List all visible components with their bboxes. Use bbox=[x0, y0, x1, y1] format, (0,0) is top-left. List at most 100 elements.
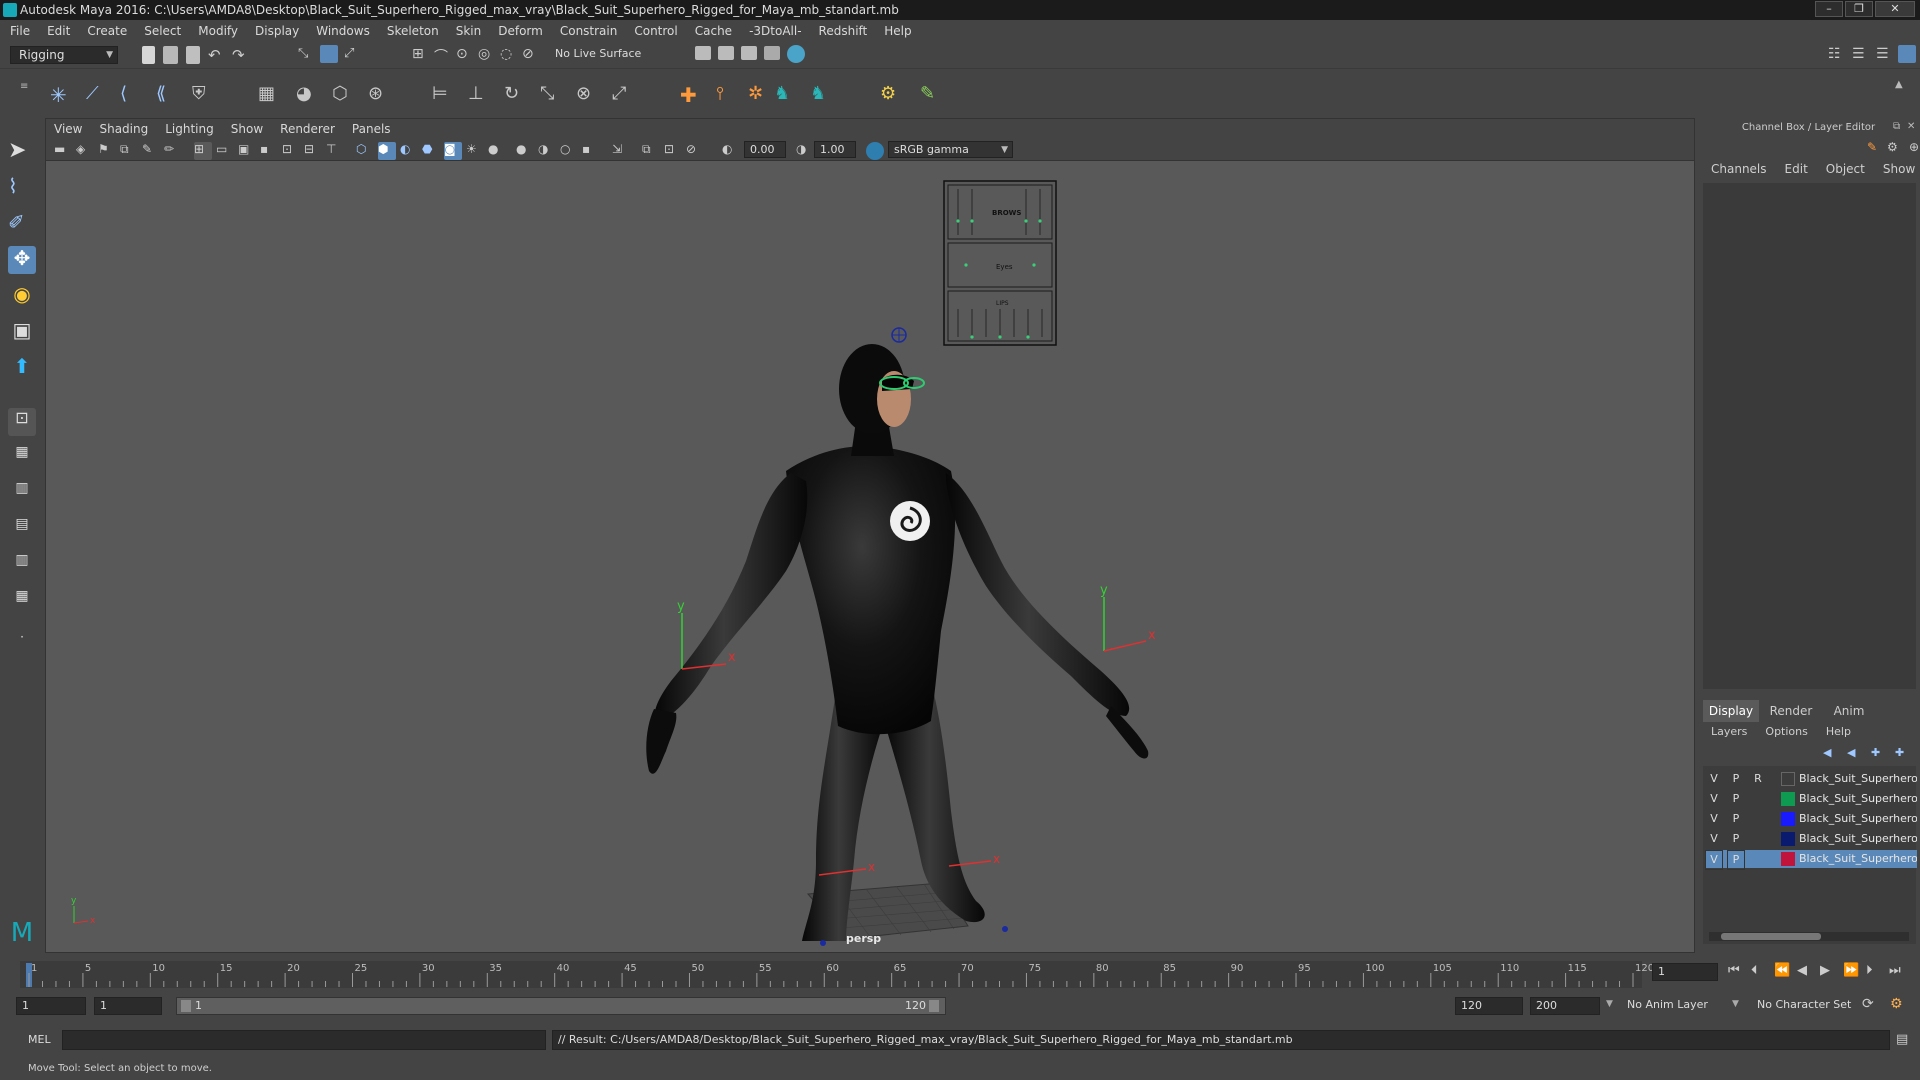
layer-color-swatch[interactable] bbox=[1781, 772, 1795, 786]
smooth-shade-icon[interactable]: ⬢ bbox=[378, 142, 396, 160]
play-forwards-icon[interactable]: ▶ bbox=[1820, 963, 1843, 978]
menu-create[interactable]: Create bbox=[87, 24, 127, 38]
render-view-icon[interactable] bbox=[695, 46, 711, 60]
preferences-icon[interactable]: ⚙ bbox=[1890, 996, 1903, 1012]
ambient-occlusion-icon[interactable]: ● bbox=[488, 142, 506, 160]
exposure-field[interactable]: 0.00 bbox=[744, 141, 786, 158]
parent-constraint-icon[interactable]: ⊨ bbox=[432, 83, 450, 104]
camera-attributes-icon[interactable]: ◈ bbox=[76, 142, 94, 160]
multisample-aa-icon[interactable]: ◑ bbox=[538, 142, 556, 160]
layout-hypershade-icon[interactable]: ▦ bbox=[8, 588, 36, 616]
layer-scroll-thumb[interactable] bbox=[1721, 933, 1821, 940]
step-back-frame-icon[interactable]: ⏴ bbox=[1751, 963, 1774, 978]
layer-name[interactable]: Black_Suit_Superhero_ bbox=[1799, 790, 1917, 808]
tool-settings-icon[interactable]: ☰ bbox=[1876, 46, 1894, 64]
menu-skin[interactable]: Skin bbox=[456, 24, 482, 38]
menu-3dtoall[interactable]: -3DtoAll- bbox=[749, 24, 801, 38]
viewport-panel[interactable]: View Shading Lighting Show Renderer Pane… bbox=[45, 118, 1695, 953]
tab-anim[interactable]: Anim bbox=[1823, 700, 1875, 722]
select-tool-icon[interactable]: ➤ bbox=[8, 138, 36, 166]
chevron-down-icon[interactable]: ▼ bbox=[1732, 999, 1739, 1009]
menu-help[interactable]: Help bbox=[884, 24, 911, 38]
color-management-icon[interactable] bbox=[866, 142, 884, 160]
point-constraint-icon[interactable]: ⊥ bbox=[468, 83, 486, 104]
depth-of-field-icon[interactable]: ○ bbox=[560, 142, 578, 160]
close-panel-icon[interactable]: ✕ bbox=[1907, 121, 1915, 132]
grid-icon[interactable]: ⊞ bbox=[194, 142, 212, 160]
scale-tool-icon[interactable]: ▣ bbox=[8, 318, 36, 346]
script-editor-icon[interactable]: ▤ bbox=[1896, 1032, 1908, 1047]
open-scene-icon[interactable] bbox=[163, 46, 178, 64]
layer-color-swatch[interactable] bbox=[1781, 812, 1795, 826]
safe-action-icon[interactable]: ⊟ bbox=[304, 142, 322, 160]
scale-constraint-icon[interactable]: ⤡ bbox=[540, 83, 558, 104]
edit-menu[interactable]: Edit bbox=[1785, 162, 1808, 176]
layers-menu[interactable]: Layers bbox=[1711, 725, 1747, 738]
two-d-pan-icon[interactable]: ✎ bbox=[142, 142, 160, 160]
facial-control-board[interactable]: BROWS Eyes LIPS bbox=[943, 180, 1057, 346]
menu-deform[interactable]: Deform bbox=[498, 24, 543, 38]
go-to-start-icon[interactable]: ⏮ bbox=[1728, 963, 1751, 978]
motion-blur-icon[interactable]: ● bbox=[516, 142, 534, 160]
shelf-menu-icon[interactable]: ≡ bbox=[20, 81, 30, 99]
wireframe-on-shaded-icon[interactable]: ◐ bbox=[400, 142, 418, 160]
shelf-scroll-icon[interactable]: ▲ bbox=[1895, 79, 1913, 97]
anim-layer-dropdown[interactable]: No Anim Layer bbox=[1622, 997, 1740, 1015]
bookmark-icon[interactable]: ⚑ bbox=[98, 142, 116, 160]
joint-tool-icon[interactable]: ✳ bbox=[50, 83, 68, 107]
snap-curve-icon[interactable]: ⌒ bbox=[434, 46, 452, 65]
use-all-lights-icon[interactable]: ◙ bbox=[444, 142, 462, 160]
menu-skeleton[interactable]: Skeleton bbox=[387, 24, 439, 38]
lasso-tool-icon[interactable]: ⌇ bbox=[8, 174, 36, 202]
minimize-button[interactable]: – bbox=[1815, 1, 1843, 17]
move-layer-up-icon[interactable]: ◀ bbox=[1823, 746, 1831, 759]
select-hierarchy-icon[interactable]: ⤡ bbox=[298, 46, 316, 64]
character-control-icon[interactable]: ♞ bbox=[810, 83, 828, 104]
field-chart-icon[interactable]: ⊡ bbox=[282, 142, 300, 160]
snap-surface-icon[interactable]: ◌ bbox=[500, 46, 518, 64]
layer-playback-toggle[interactable]: P bbox=[1727, 850, 1745, 870]
layer-color-swatch[interactable] bbox=[1781, 832, 1795, 846]
gate-mask-icon[interactable]: ▪ bbox=[260, 142, 278, 160]
menu-windows[interactable]: Windows bbox=[316, 24, 370, 38]
animation-start-field[interactable]: 1 bbox=[16, 997, 86, 1015]
undo-icon[interactable]: ↶ bbox=[208, 46, 226, 64]
layer-reference-toggle[interactable]: R bbox=[1749, 770, 1767, 788]
set-driven-key-icon[interactable]: ⫯ bbox=[716, 83, 734, 104]
last-tool-icon[interactable]: ⬆ bbox=[8, 354, 36, 382]
layer-visibility-toggle[interactable]: V bbox=[1705, 810, 1723, 828]
layer-row[interactable]: V P Black_Suit_Superhero_ bbox=[1705, 790, 1917, 808]
command-input[interactable] bbox=[62, 1030, 546, 1050]
channels-menu[interactable]: Channels bbox=[1711, 162, 1767, 176]
channel-box-toggle-icon[interactable] bbox=[1898, 45, 1916, 63]
layer-visibility-toggle[interactable]: V bbox=[1705, 830, 1723, 848]
humanik-icon[interactable]: ⛨ bbox=[192, 83, 210, 104]
superhero-character[interactable] bbox=[646, 327, 1149, 946]
layer-name[interactable]: Black_Suit_Superhero_ bbox=[1799, 850, 1917, 868]
layer-playback-toggle[interactable]: P bbox=[1727, 810, 1745, 828]
xray-icon[interactable]: ⇲ bbox=[612, 142, 630, 160]
wrap-deformer-icon[interactable]: ✎ bbox=[920, 83, 938, 104]
layer-name[interactable]: Black_Suit_Superhero_ bbox=[1799, 830, 1917, 848]
menu-cache[interactable]: Cache bbox=[695, 24, 732, 38]
wireframe-icon[interactable]: ⬡ bbox=[356, 142, 374, 160]
layer-row[interactable]: V P R Black_Suit_Superhero_ bbox=[1705, 770, 1917, 788]
layer-row[interactable]: V P Black_Suit_Superhero_ bbox=[1705, 810, 1917, 828]
layout-single-icon[interactable]: ⊡ bbox=[8, 408, 36, 436]
paint-select-tool-icon[interactable]: ✐ bbox=[8, 210, 36, 238]
layer-list[interactable]: V P R Black_Suit_Superhero_ V P Black_Su… bbox=[1703, 766, 1917, 944]
move-tool-icon[interactable]: ✥ bbox=[8, 246, 36, 274]
layer-visibility-toggle[interactable]: V bbox=[1705, 790, 1723, 808]
range-end-handle[interactable] bbox=[929, 1000, 939, 1012]
insert-joint-icon[interactable]: ⟪ bbox=[156, 83, 174, 104]
layer-visibility-toggle[interactable]: V bbox=[1705, 850, 1723, 870]
play-backwards-icon[interactable]: ◀ bbox=[1797, 963, 1820, 978]
menu-file[interactable]: File bbox=[10, 24, 30, 38]
panel-menu-panels[interactable]: Panels bbox=[352, 122, 391, 136]
panel-menu-view[interactable]: View bbox=[54, 122, 82, 136]
layer-visibility-toggle[interactable]: V bbox=[1705, 770, 1723, 788]
modeling-toolkit-icon[interactable]: ☷ bbox=[1828, 46, 1846, 64]
hypershade-icon[interactable] bbox=[787, 45, 805, 63]
new-scene-icon[interactable] bbox=[142, 46, 155, 64]
object-menu[interactable]: Object bbox=[1826, 162, 1865, 176]
